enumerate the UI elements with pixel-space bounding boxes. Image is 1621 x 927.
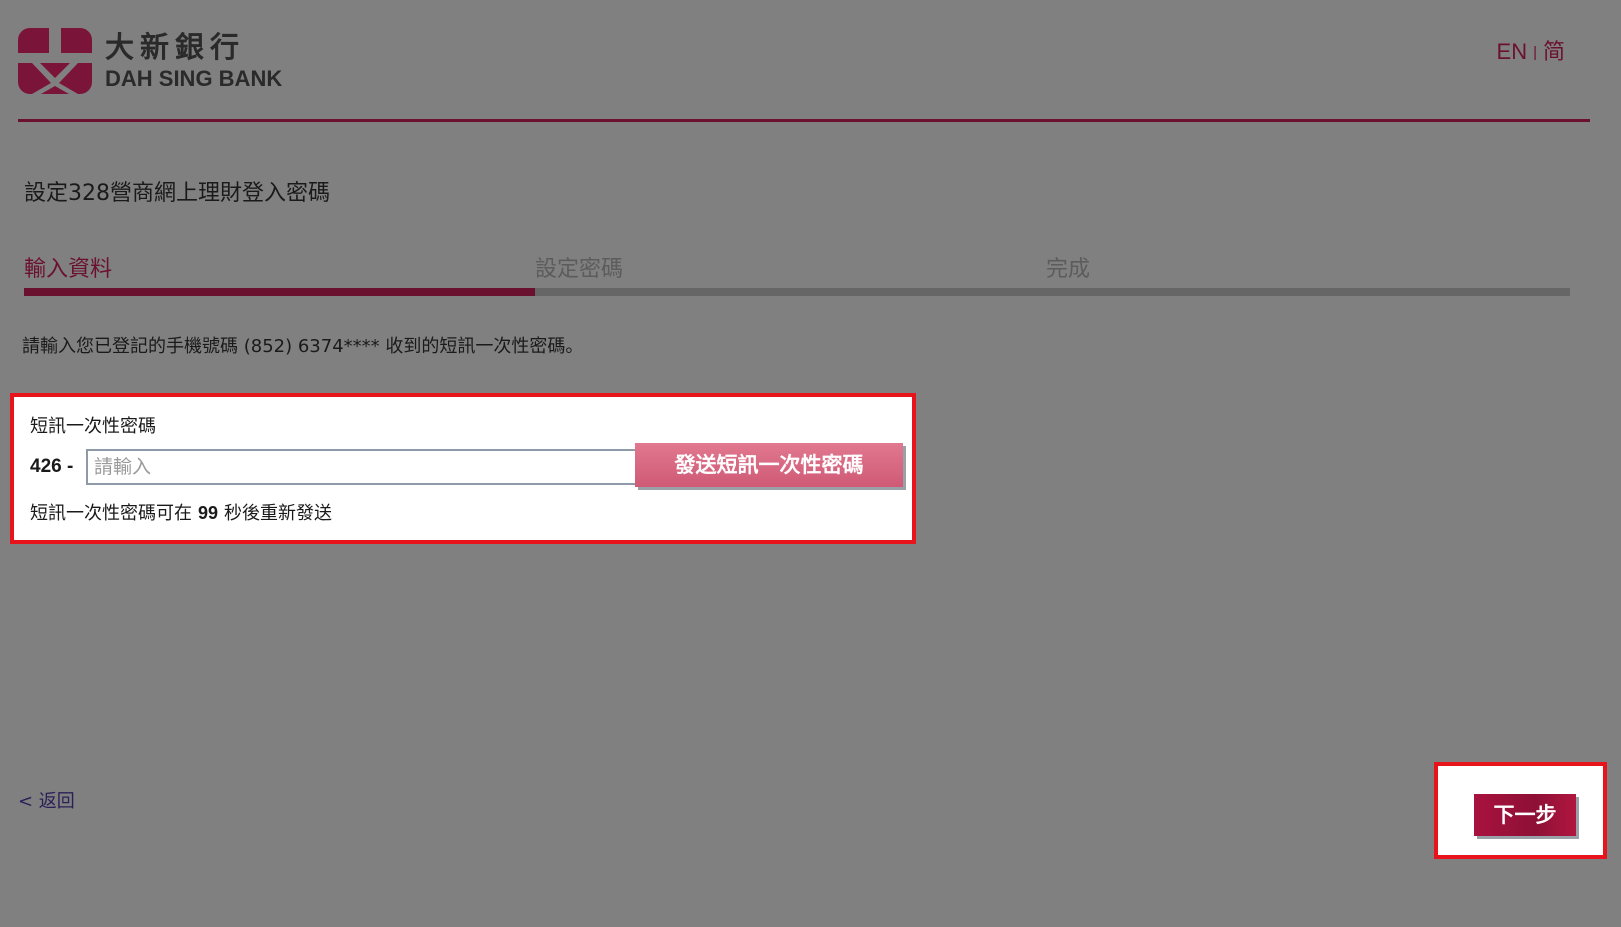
header-divider [18, 119, 1590, 122]
resend-text-before: 短訊一次性密碼可在 [30, 503, 192, 524]
step-label: 完成 [1046, 257, 1091, 282]
otp-panel: 短訊一次性密碼 426 - 發送短訊一次性密碼 短訊一次性密碼可在 99秒後重新發… [10, 393, 916, 544]
step-set-password: 設定密碼 [535, 256, 1059, 296]
language-switcher: EN | 简 [1497, 34, 1565, 66]
lang-simplified-link[interactable]: 简 [1543, 39, 1565, 64]
lang-en-link[interactable]: EN [1497, 39, 1528, 64]
step-complete: 完成 [1046, 256, 1570, 296]
next-button-frame: 下一步 [1434, 762, 1607, 859]
otp-instruction: 請輸入您已登記的手機號碼 (852) 6374**** 收到的短訊一次性密碼。 [22, 336, 584, 357]
resend-countdown: 短訊一次性密碼可在 99 秒後重新發送 [30, 501, 332, 526]
progress-steps: 輸入資料 設定密碼 完成 [24, 256, 1604, 296]
step-bar [1046, 288, 1570, 296]
otp-label: 短訊一次性密碼 [30, 416, 156, 437]
brand-name-zh: 大新銀行 [105, 30, 246, 64]
step-label: 輸入資料 [24, 257, 113, 282]
resend-text-after: 秒後重新發送 [224, 503, 333, 524]
lang-separator: | [1533, 44, 1537, 61]
step-enter-info: 輸入資料 [24, 256, 548, 296]
send-otp-button[interactable]: 發送短訊一次性密碼 [635, 443, 903, 487]
otp-input[interactable] [86, 449, 642, 485]
back-link[interactable]: < 返回 [18, 790, 75, 814]
dah-sing-logo-icon [18, 28, 92, 94]
step-label: 設定密碼 [535, 257, 624, 282]
step-bar [535, 288, 1059, 296]
page-header: 大新銀行 DAH SING BANK EN | 简 [0, 0, 1621, 124]
resend-seconds: 99 [198, 503, 219, 523]
otp-prefix: 426 - [30, 456, 74, 477]
page-title: 設定328營商網上理財登入密碼 [24, 181, 330, 206]
next-button[interactable]: 下一步 [1474, 794, 1576, 836]
step-bar [24, 288, 548, 296]
brand-name-en: DAH SING BANK [105, 66, 283, 91]
